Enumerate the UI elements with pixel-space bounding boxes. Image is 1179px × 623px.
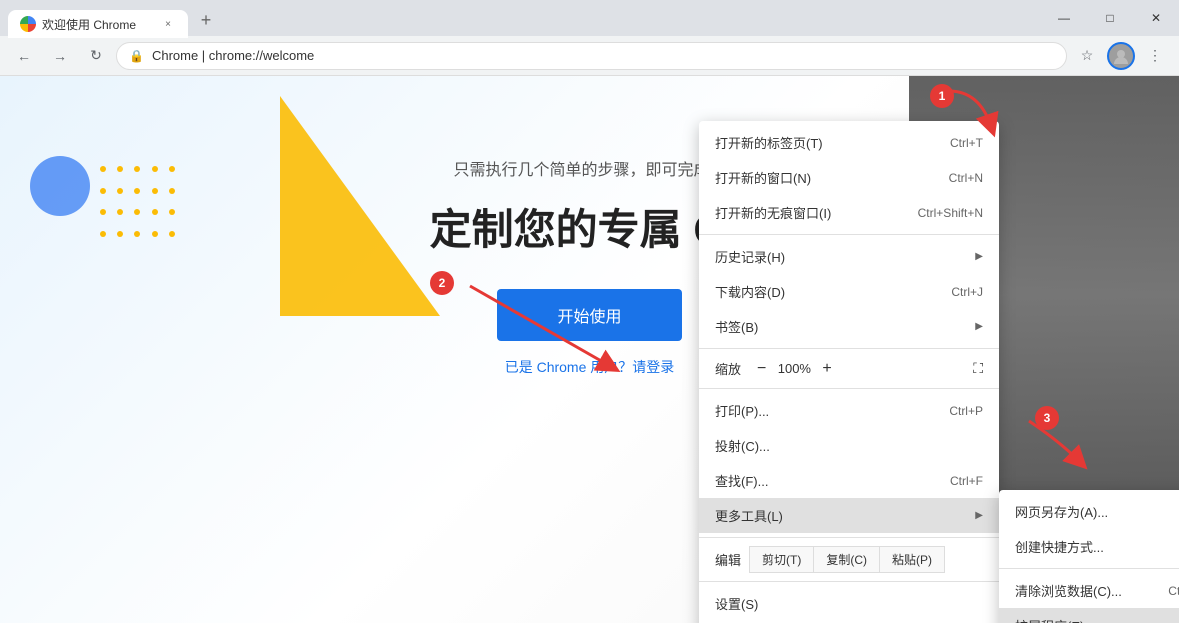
paste-button[interactable]: 粘贴(P) bbox=[880, 546, 945, 573]
menu-item-settings[interactable]: 设置(S) bbox=[699, 586, 999, 621]
menu-item-label: 书签(B) bbox=[715, 317, 971, 336]
zoom-label: 缩放 bbox=[715, 359, 741, 378]
avatar-icon bbox=[1112, 47, 1130, 65]
menu-item-shortcut: Ctrl+Shift+Del bbox=[1168, 584, 1179, 598]
menu-item-label: 清除浏览数据(C)... bbox=[1015, 581, 1152, 600]
forward-button[interactable]: → bbox=[44, 40, 76, 72]
menu-item-label: 打开新的窗口(N) bbox=[715, 168, 933, 187]
nav-actions: ☆ ⋮ bbox=[1071, 40, 1171, 72]
menu-item-label: 扩展程序(E) bbox=[1015, 616, 1179, 623]
deco-blue-circle bbox=[30, 156, 90, 216]
submenu-item-clear-data[interactable]: 清除浏览数据(C)... Ctrl+Shift+Del bbox=[999, 573, 1179, 608]
edit-label: 编辑 bbox=[715, 550, 741, 569]
bookmark-button[interactable]: ☆ bbox=[1071, 40, 1103, 72]
profile-button[interactable] bbox=[1107, 42, 1135, 70]
menu-item-shortcut: Ctrl+J bbox=[951, 285, 983, 299]
tab-close-button[interactable]: × bbox=[160, 16, 176, 32]
menu-item-label: 投射(C)... bbox=[715, 436, 983, 455]
zoom-fullscreen-button[interactable]: ⛶ bbox=[973, 360, 983, 377]
menu-item-more-tools[interactable]: 更多工具(L) ▶ 网页另存为(A)... Ctrl+S 创建快捷方式... 清… bbox=[699, 498, 999, 533]
menu-item-find[interactable]: 查找(F)... Ctrl+F bbox=[699, 463, 999, 498]
back-button[interactable]: ← bbox=[8, 40, 40, 72]
menu-item-shortcut: Ctrl+P bbox=[949, 404, 983, 418]
browser-window: 欢迎使用 Chrome × + — □ ✕ ← → ↻ 🔒 Chrome | c… bbox=[0, 0, 1179, 623]
annotation-1: 1 bbox=[930, 84, 954, 108]
submenu-item-create-shortcut[interactable]: 创建快捷方式... bbox=[999, 529, 1179, 564]
menu-item-incognito[interactable]: 打开新的无痕窗口(I) Ctrl+Shift+N bbox=[699, 195, 999, 230]
menu-item-history[interactable]: 历史记录(H) ▶ bbox=[699, 239, 999, 274]
address-text: Chrome | chrome://welcome bbox=[152, 48, 314, 63]
annotation-3: 3 bbox=[1035, 406, 1059, 430]
menu-item-label: 历史记录(H) bbox=[715, 247, 971, 266]
secure-icon: 🔒 bbox=[129, 49, 144, 63]
address-bar[interactable]: 🔒 Chrome | chrome://welcome bbox=[116, 42, 1067, 70]
menu-separator bbox=[699, 581, 999, 582]
zoom-minus-button[interactable]: − bbox=[749, 360, 774, 378]
copy-button[interactable]: 复制(C) bbox=[814, 546, 880, 573]
submenu-item-extensions[interactable]: 扩展程序(E) bbox=[999, 608, 1179, 623]
menu-item-shortcut: Ctrl+F bbox=[950, 474, 983, 488]
signin-link[interactable]: 已是 Chrome 用户？请登录 bbox=[505, 357, 675, 377]
deco-yellow-triangle bbox=[280, 96, 440, 316]
zoom-value: 100% bbox=[774, 361, 814, 376]
menu-item-label: 更多工具(L) bbox=[715, 506, 971, 525]
menu-item-new-window[interactable]: 打开新的窗口(N) Ctrl+N bbox=[699, 160, 999, 195]
annotation-2: 2 bbox=[430, 271, 454, 295]
menu-item-shortcut: Ctrl+N bbox=[949, 171, 983, 185]
menu-button[interactable]: ⋮ bbox=[1139, 40, 1171, 72]
submenu-item-save-page[interactable]: 网页另存为(A)... Ctrl+S bbox=[999, 494, 1179, 529]
title-bar: 欢迎使用 Chrome × + — □ ✕ bbox=[0, 0, 1179, 36]
menu-item-shortcut: Ctrl+T bbox=[950, 136, 983, 150]
zoom-plus-button[interactable]: + bbox=[814, 360, 839, 378]
menu-item-bookmarks[interactable]: 书签(B) ▶ bbox=[699, 309, 999, 344]
menu-item-cast[interactable]: 投射(C)... bbox=[699, 428, 999, 463]
cut-button[interactable]: 剪切(T) bbox=[749, 546, 814, 573]
menu-item-label: 查找(F)... bbox=[715, 471, 934, 490]
menu-item-print[interactable]: 打印(P)... Ctrl+P bbox=[699, 393, 999, 428]
menu-item-label: 打开新的标签页(T) bbox=[715, 133, 934, 152]
submenu-arrow: ▶ bbox=[975, 510, 983, 521]
menu-item-downloads[interactable]: 下载内容(D) Ctrl+J bbox=[699, 274, 999, 309]
edit-row: 编辑 剪切(T) 复制(C) 粘贴(P) bbox=[699, 542, 999, 577]
tab-strip: 欢迎使用 Chrome × + bbox=[8, 0, 220, 36]
window-controls: — □ ✕ bbox=[1041, 0, 1179, 36]
menu-separator bbox=[699, 388, 999, 389]
new-tab-button[interactable]: + bbox=[192, 6, 220, 34]
menu-separator bbox=[699, 537, 999, 538]
menu-item-label: 设置(S) bbox=[715, 594, 983, 613]
start-button[interactable]: 开始使用 bbox=[497, 289, 681, 341]
zoom-row: 缩放 − 100% + ⛶ bbox=[699, 353, 999, 384]
navigation-bar: ← → ↻ 🔒 Chrome | chrome://welcome ☆ ⋮ bbox=[0, 36, 1179, 76]
menu-item-new-tab[interactable]: 打开新的标签页(T) Ctrl+T bbox=[699, 125, 999, 160]
menu-separator bbox=[699, 348, 999, 349]
menu-item-shortcut: Ctrl+Shift+N bbox=[918, 206, 983, 220]
menu-separator bbox=[699, 234, 999, 235]
menu-item-label: 创建快捷方式... bbox=[1015, 537, 1179, 556]
submenu-arrow: ▶ bbox=[975, 321, 983, 332]
welcome-subtitle: 只需执行几个简单的步骤，即可完成浏 bbox=[453, 156, 725, 180]
minimize-button[interactable]: — bbox=[1041, 0, 1087, 36]
context-menu: 打开新的标签页(T) Ctrl+T 打开新的窗口(N) Ctrl+N 打开新的无… bbox=[699, 121, 999, 623]
reload-button[interactable]: ↻ bbox=[80, 40, 112, 72]
maximize-button[interactable]: □ bbox=[1087, 0, 1133, 36]
tab-title: 欢迎使用 Chrome bbox=[42, 16, 154, 33]
menu-item-label: 下载内容(D) bbox=[715, 282, 935, 301]
active-tab[interactable]: 欢迎使用 Chrome × bbox=[8, 10, 188, 38]
menu-item-label: 打开新的无痕窗口(I) bbox=[715, 203, 902, 222]
submenu-arrow: ▶ bbox=[975, 251, 983, 262]
page-content: 只需执行几个简单的步骤，即可完成浏 定制您的专属 Ch 开始使用 已是 Chro… bbox=[0, 76, 1179, 623]
menu-item-label: 打印(P)... bbox=[715, 401, 933, 420]
close-button[interactable]: ✕ bbox=[1133, 0, 1179, 36]
menu-item-label: 网页另存为(A)... bbox=[1015, 502, 1179, 521]
deco-dots bbox=[100, 166, 180, 246]
submenu-more-tools: 网页另存为(A)... Ctrl+S 创建快捷方式... 清除浏览数据(C)..… bbox=[999, 490, 1179, 623]
tab-favicon bbox=[20, 16, 36, 32]
menu-separator bbox=[999, 568, 1179, 569]
